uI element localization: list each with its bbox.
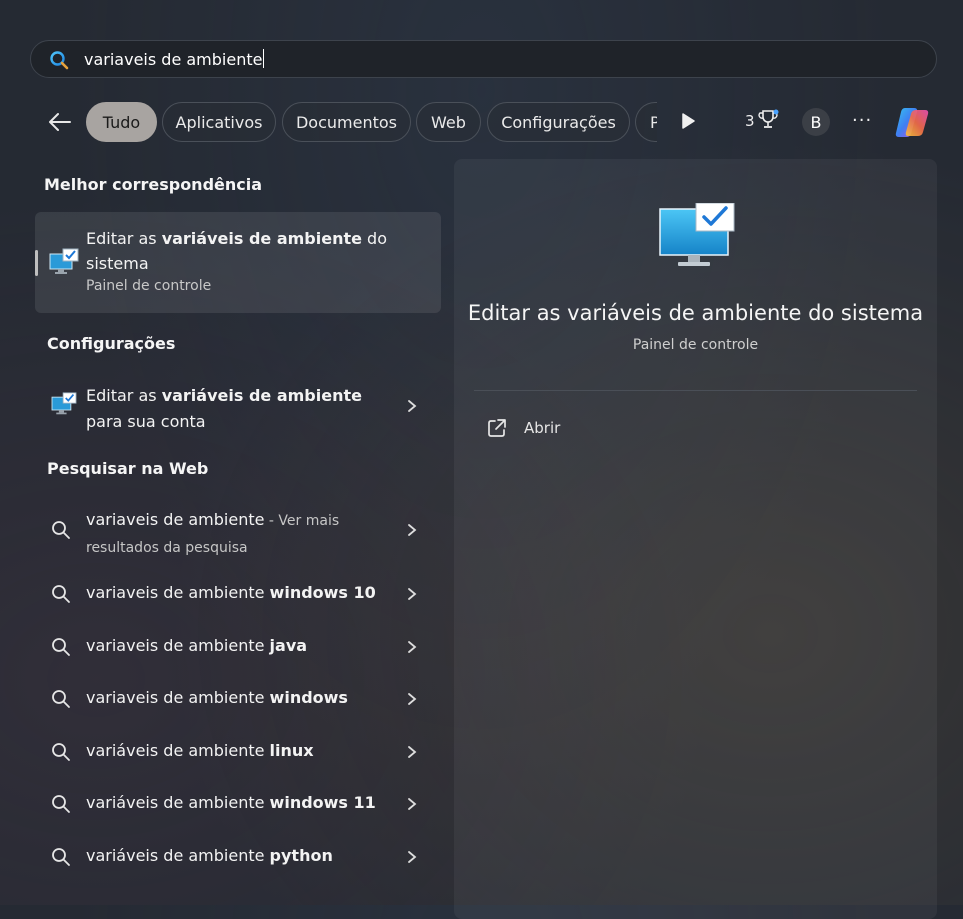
- web-result[interactable]: variaveis de ambiente windows 10: [35, 580, 441, 608]
- web-result-label: variaveis de ambiente - Ver mais resultad…: [86, 510, 340, 556]
- chevron-right-icon: [408, 693, 417, 705]
- preview-panel: Editar as variáveis de ambiente do siste…: [454, 159, 937, 919]
- web-result-label: variaveis de ambiente java: [86, 636, 308, 655]
- back-arrow-icon: [49, 113, 71, 131]
- chevron-right-icon: [408, 588, 417, 600]
- web-result[interactable]: variáveis de ambiente windows 11: [35, 790, 441, 818]
- search-box[interactable]: variaveis de ambiente: [30, 40, 937, 78]
- search-icon: [50, 51, 69, 70]
- back-button[interactable]: [46, 108, 74, 136]
- search-input[interactable]: variaveis de ambiente: [84, 49, 265, 69]
- search-icon: [52, 848, 70, 866]
- best-match-title: Editar as variáveis de ambiente do siste…: [86, 229, 387, 273]
- system-properties-icon: [49, 248, 79, 274]
- filter-tab-settings[interactable]: Configurações: [487, 102, 630, 142]
- trophy-count: 3: [745, 112, 755, 130]
- divider: [474, 390, 917, 391]
- settings-result-label: Editar as variáveis de ambiente para sua …: [86, 386, 362, 431]
- search-icon: [52, 795, 70, 813]
- search-icon: [52, 690, 70, 708]
- selection-indicator: [35, 250, 38, 276]
- web-result[interactable]: variaveis de ambiente java: [35, 633, 441, 661]
- preview-subtitle: Painel de controle: [632, 337, 759, 353]
- play-icon[interactable]: [680, 112, 696, 130]
- web-result[interactable]: variaveis de ambiente windows: [35, 685, 441, 713]
- more-options-icon[interactable]: ···: [852, 110, 872, 131]
- settings-result[interactable]: Editar as variáveis de ambiente para sua …: [35, 378, 441, 434]
- web-result-label: variaveis de ambiente windows: [86, 688, 348, 707]
- web-result[interactable]: variáveis de ambiente linux: [35, 738, 441, 766]
- filter-tab-apps[interactable]: Aplicativos: [162, 102, 276, 142]
- filter-tab-truncated[interactable]: P: [635, 102, 657, 142]
- system-properties-icon: [51, 392, 77, 415]
- section-web-search: Pesquisar na Web: [47, 459, 209, 478]
- web-result-label: variáveis de ambiente windows 11: [86, 793, 376, 812]
- avatar[interactable]: B: [802, 108, 830, 136]
- open-action-label: Abrir: [524, 419, 561, 437]
- filter-tab-documents[interactable]: Documentos: [282, 102, 411, 142]
- trophy-icon[interactable]: [757, 108, 779, 132]
- web-result-label: variáveis de ambiente linux: [86, 741, 314, 760]
- search-icon: [52, 521, 70, 539]
- best-match-subtitle: Painel de controle: [86, 278, 212, 294]
- preview-title: Editar as variáveis de ambiente do siste…: [467, 301, 924, 325]
- open-action[interactable]: Abrir: [486, 417, 686, 441]
- chevron-right-icon: [408, 798, 417, 810]
- chevron-right-icon: [408, 746, 417, 758]
- filter-tab-all[interactable]: Tudo: [86, 102, 157, 142]
- section-best-match: Melhor correspondência: [44, 175, 263, 194]
- web-result-label: variáveis de ambiente python: [86, 846, 333, 865]
- copilot-icon[interactable]: [892, 102, 932, 142]
- best-match-result[interactable]: Editar as variáveis de ambiente do siste…: [35, 212, 441, 313]
- chevron-right-icon: [408, 851, 417, 863]
- filter-tab-web[interactable]: Web: [416, 102, 481, 142]
- chevron-right-icon: [408, 400, 417, 412]
- web-result[interactable]: variaveis de ambiente - Ver mais resultad…: [35, 505, 441, 557]
- web-result[interactable]: variáveis de ambiente python: [35, 843, 441, 871]
- open-external-icon: [488, 419, 506, 437]
- web-result-label: variaveis de ambiente windows 10: [86, 583, 376, 602]
- chevron-right-icon: [408, 641, 417, 653]
- search-icon: [52, 638, 70, 656]
- search-icon: [52, 743, 70, 761]
- system-properties-icon: [659, 203, 735, 266]
- chevron-right-icon: [408, 524, 417, 536]
- section-settings: Configurações: [47, 334, 176, 353]
- search-icon: [52, 585, 70, 603]
